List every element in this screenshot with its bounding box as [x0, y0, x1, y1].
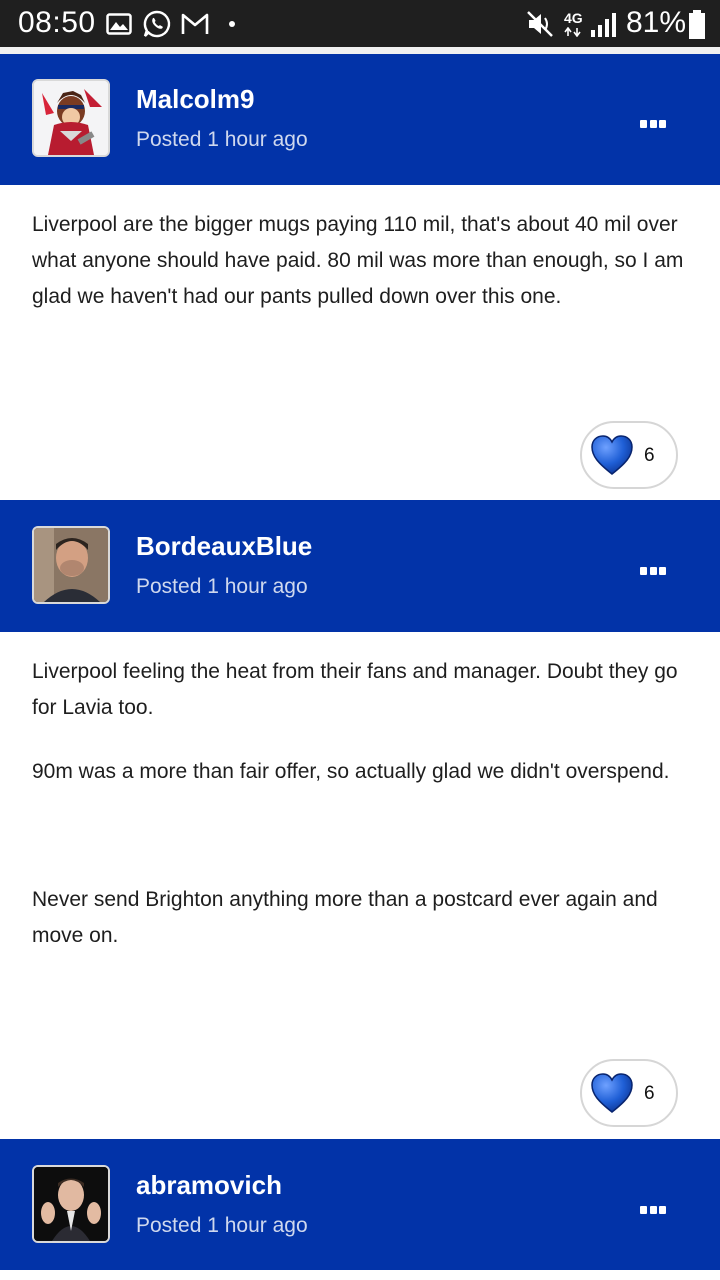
status-time: 08:50	[18, 6, 96, 39]
post-options-button[interactable]	[640, 119, 666, 129]
status-bar: 08:50 4G 81%	[0, 0, 720, 47]
author-name[interactable]: BordeauxBlue	[136, 531, 312, 562]
avatar[interactable]	[32, 79, 110, 157]
network-type: 4G	[564, 10, 583, 26]
post-header: abramovich Posted 1 hour ago	[0, 1139, 720, 1270]
signal-icon	[591, 13, 616, 37]
post-content: Liverpool feeling the heat from their fa…	[32, 654, 688, 954]
like-count: 6	[644, 445, 655, 466]
avatar[interactable]	[32, 526, 110, 604]
like-button[interactable]: 6	[580, 1059, 678, 1127]
gallery-icon	[106, 13, 132, 35]
dot-icon	[659, 1206, 666, 1214]
dot-icon	[659, 567, 666, 575]
post-paragraph: Never send Brighton anything more than a…	[32, 888, 658, 947]
battery-percent: 81%	[626, 6, 687, 39]
author-name[interactable]: abramovich	[136, 1170, 282, 1201]
post-paragraph: Liverpool feeling the heat from their fa…	[32, 660, 678, 719]
dot-icon	[640, 1206, 647, 1214]
post-paragraph: Liverpool are the bigger mugs paying 110…	[32, 213, 684, 308]
post-timestamp: Posted 1 hour ago	[136, 128, 308, 151]
post-options-button[interactable]	[640, 566, 666, 576]
post-timestamp: Posted 1 hour ago	[136, 575, 308, 598]
gmail-icon	[181, 13, 209, 34]
author-name[interactable]: Malcolm9	[136, 84, 255, 115]
like-button[interactable]: 6	[580, 421, 678, 489]
post-header: Malcolm9 Posted 1 hour ago	[0, 54, 720, 185]
avatar[interactable]	[32, 1165, 110, 1243]
post-header: BordeauxBlue Posted 1 hour ago	[0, 500, 720, 632]
post-options-button[interactable]	[640, 1205, 666, 1215]
mute-icon	[527, 11, 553, 37]
dot-icon	[229, 21, 235, 27]
battery-icon	[689, 10, 705, 39]
like-count: 6	[644, 1083, 655, 1104]
dot-icon	[640, 567, 647, 575]
dot-icon	[659, 120, 666, 128]
post-timestamp: Posted 1 hour ago	[136, 1214, 308, 1237]
data-arrows-icon	[564, 27, 581, 37]
post-content: Liverpool are the bigger mugs paying 110…	[32, 207, 688, 315]
heart-icon	[591, 1073, 633, 1113]
dot-icon	[640, 120, 647, 128]
heart-icon	[591, 435, 633, 475]
dot-icon	[649, 120, 657, 128]
status-bar-divider	[0, 47, 720, 54]
whatsapp-icon	[143, 10, 171, 38]
dot-icon	[649, 567, 657, 575]
dot-icon	[649, 1206, 657, 1214]
post-paragraph: 90m was a more than fair offer, so actua…	[32, 760, 670, 783]
